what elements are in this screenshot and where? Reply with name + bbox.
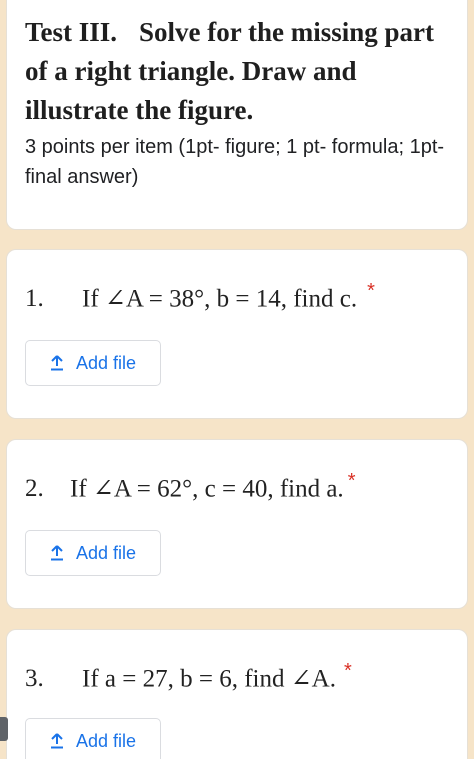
- upload-icon: [50, 733, 63, 749]
- question-2-text: 2. If ∠A = 62°, c = 40, find a. *: [25, 470, 455, 503]
- question-prompt: If a = 27, b = 6, find ∠A.: [82, 665, 336, 693]
- question-prompt: If ∠A = 62°, c = 40, find a.: [70, 475, 344, 503]
- question-number: 1.: [25, 285, 44, 313]
- title-line-3: illustrate the figure.: [25, 95, 254, 125]
- add-file-button[interactable]: Add file: [25, 530, 161, 576]
- form-title: Test III. Solve for the missing part of a…: [25, 13, 455, 130]
- question-1-text: 1. If ∠A = 38°, b = 14, find c. *: [25, 280, 455, 313]
- question-3-text: 3. If a = 27, b = 6, find ∠A. *: [25, 660, 455, 693]
- required-asterisk: *: [347, 470, 356, 492]
- question-number: 3.: [25, 665, 44, 693]
- test-label: Test III.: [25, 17, 118, 47]
- add-file-label: Add file: [75, 542, 137, 563]
- required-asterisk: *: [367, 280, 375, 302]
- form-description: 3 points per item (1pt- figure; 1 pt- fo…: [25, 136, 445, 188]
- add-file-button[interactable]: Add file: [25, 718, 161, 759]
- upload-icon: [50, 545, 63, 561]
- header-card: Test III. Solve for the missing part of a…: [6, 0, 468, 230]
- add-file-label: Add file: [75, 730, 137, 751]
- question-card-2: 2. If ∠A = 62°, c = 40, find a. * Add file: [6, 439, 468, 609]
- add-file-button[interactable]: Add file: [25, 340, 161, 386]
- required-asterisk: *: [343, 660, 352, 682]
- title-line-2: of a right triangle. Draw and: [25, 56, 357, 86]
- upload-icon: [50, 355, 63, 371]
- add-file-label: Add file: [75, 352, 137, 373]
- question-number: 2.: [25, 475, 44, 503]
- question-prompt: If ∠A = 38°, b = 14, find c.: [82, 285, 358, 313]
- side-panel-handle[interactable]: [0, 717, 8, 741]
- title-line-1: Solve for the missing part: [139, 17, 434, 47]
- question-card-3: 3. If a = 27, b = 6, find ∠A. * Add file: [6, 629, 468, 759]
- question-card-1: 1. If ∠A = 38°, b = 14, find c. * Add file: [6, 249, 468, 419]
